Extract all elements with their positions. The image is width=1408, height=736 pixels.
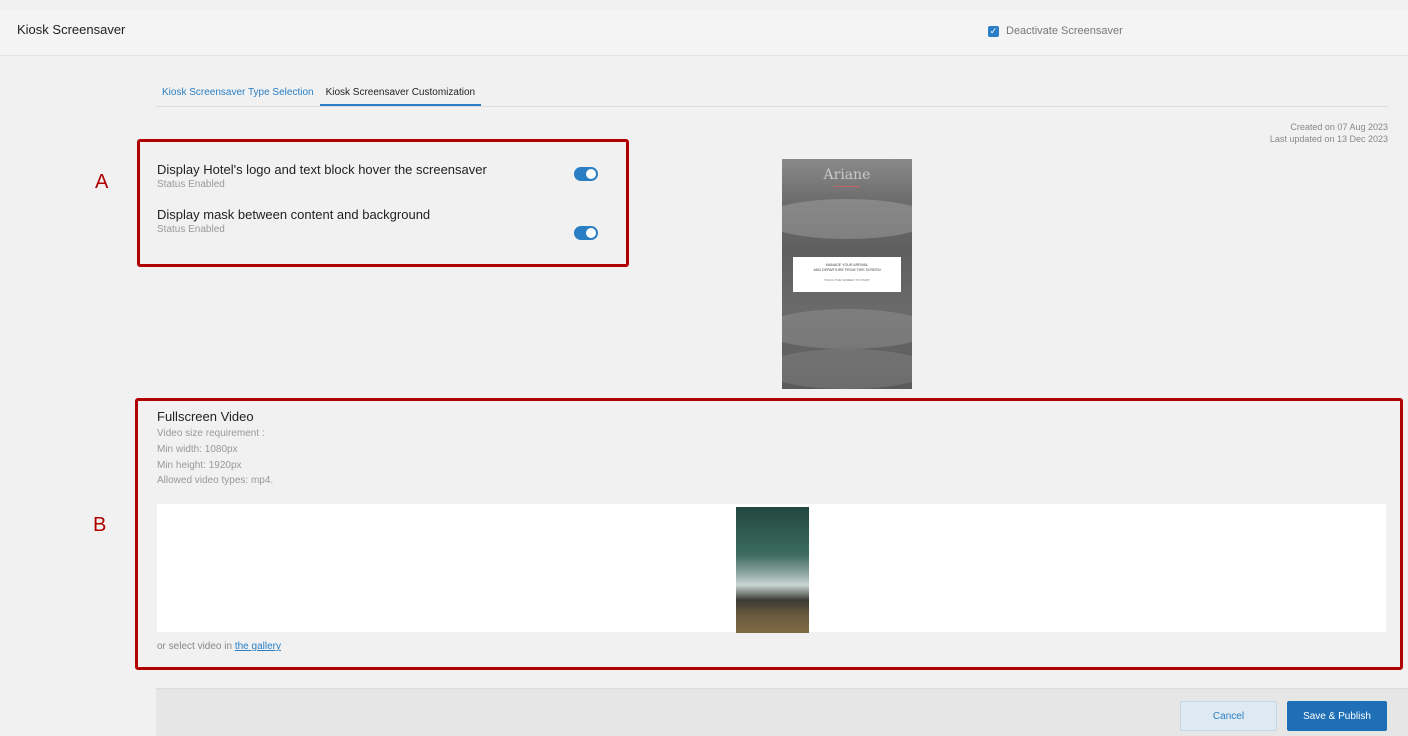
preview-text-block: MANAGE YOUR ARRIVAL AND DEPARTURE FROM T…	[793, 257, 901, 292]
preview-card-line3: TOUCH THE SCREEN TO START	[823, 278, 870, 282]
video-requirement: Allowed video types: mp4.	[157, 475, 274, 486]
logo-text-toggle[interactable]	[574, 167, 598, 181]
preview-logo-underline	[834, 186, 860, 187]
option-status: Status Enabled	[157, 224, 225, 235]
preview-wave	[782, 349, 912, 389]
annotation-marker-b: B	[93, 514, 107, 536]
deactivate-screensaver-label: Deactivate Screensaver	[1006, 25, 1123, 37]
preview-wave	[782, 309, 912, 349]
preview-hotel-logo: Ariane	[823, 167, 871, 183]
option-title: Display mask between content and backgro…	[157, 207, 431, 222]
updated-date: Last updated on 13 Dec 2023	[1269, 134, 1388, 144]
toggle-knob	[586, 228, 596, 238]
option-title: Display Hotel's logo and text block hove…	[157, 162, 487, 177]
page-title: Kiosk Screensaver	[17, 22, 126, 37]
preview-card-line2: AND DEPARTURE FROM THIS SCREEN	[813, 268, 881, 272]
video-requirement: Min height: 1920px	[157, 460, 242, 471]
toggle-knob	[586, 169, 596, 179]
gallery-line: or select video in the gallery	[157, 641, 281, 652]
save-publish-button[interactable]: Save & Publish	[1287, 701, 1387, 731]
annotation-box-a	[137, 139, 629, 267]
deactivate-screensaver-checkbox[interactable]: ✓ Deactivate Screensaver	[988, 25, 1123, 37]
screensaver-preview: Ariane MANAGE YOUR ARRIVAL AND DEPARTURE…	[782, 159, 912, 389]
annotation-marker-a: A	[95, 171, 109, 193]
gallery-link[interactable]: the gallery	[235, 641, 281, 652]
checkbox-checked-icon[interactable]: ✓	[988, 25, 999, 37]
tab-bar: Kiosk Screensaver Type Selection Kiosk S…	[156, 78, 1388, 107]
video-requirement: Min width: 1080px	[157, 444, 238, 455]
created-date: Created on 07 Aug 2023	[1290, 122, 1388, 132]
video-requirement: Video size requirement :	[157, 428, 265, 439]
tab-type-selection[interactable]: Kiosk Screensaver Type Selection	[156, 78, 320, 106]
video-thumbnail[interactable]	[736, 507, 809, 633]
gallery-prefix: or select video in	[157, 641, 235, 652]
option-logo-text: Display Hotel's logo and text block hove…	[157, 162, 487, 190]
mask-toggle[interactable]	[574, 226, 598, 240]
option-status: Status Enabled	[157, 179, 225, 190]
top-bar	[0, 10, 1408, 56]
preview-wave	[782, 199, 912, 239]
option-mask: Display mask between content and backgro…	[157, 207, 430, 235]
video-section-title: Fullscreen Video	[157, 409, 254, 424]
timestamps: Created on 07 Aug 2023 Last updated on 1…	[1270, 121, 1388, 145]
tab-customization[interactable]: Kiosk Screensaver Customization	[319, 78, 482, 106]
cancel-button[interactable]: Cancel	[1180, 701, 1277, 731]
